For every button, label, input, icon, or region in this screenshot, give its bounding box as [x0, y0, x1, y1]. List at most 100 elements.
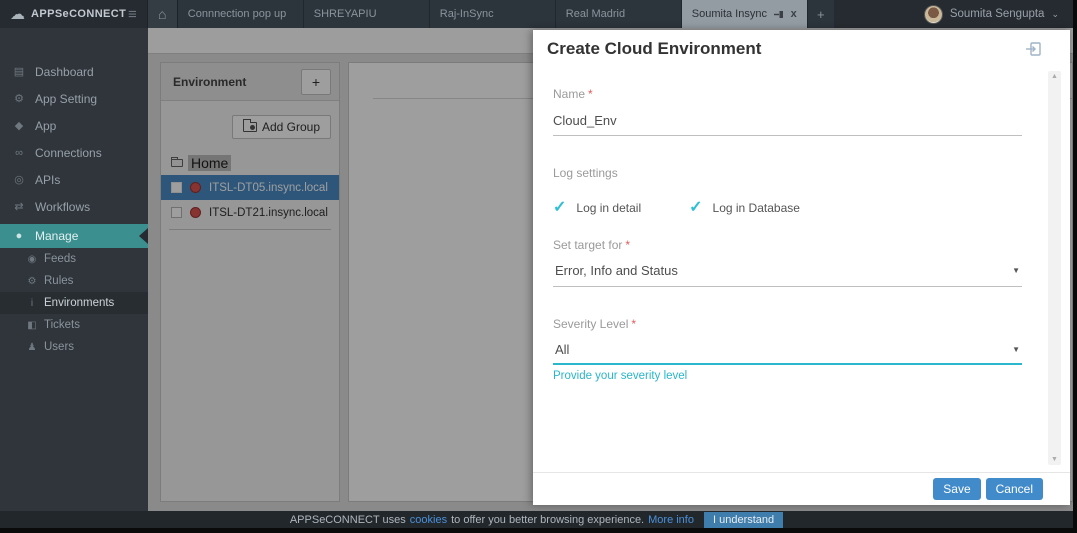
user-icon: ♟	[27, 341, 37, 353]
hamburger-menu-icon[interactable]: ≡	[118, 0, 147, 28]
sidebar-item-users[interactable]: ♟ Users	[0, 336, 148, 358]
tab-label: Soumita Insync	[691, 8, 767, 20]
log-settings-checkboxes: ✓ Log in detail ✓ Log in Database	[553, 200, 1022, 216]
severity-level-label: Severity Level *	[553, 317, 1022, 331]
sidebar-nav: ▤ Dashboard ⚙ App Setting ◆ App ∞ Connec…	[0, 28, 148, 358]
select-caret-icon: ▼	[1012, 266, 1020, 275]
sidebar-item-label: Manage	[35, 229, 79, 243]
home-tab-button[interactable]: ⌂	[146, 0, 178, 28]
feeds-icon: ◉	[27, 253, 37, 265]
checkbox-log-in-database[interactable]: ✓ Log in Database	[689, 200, 800, 216]
checkbox-label: Log in Database	[712, 201, 800, 215]
sidebar-item-label: Feeds	[44, 253, 76, 265]
sidebar-item-environments[interactable]: i Environments	[0, 292, 148, 314]
checkmark-icon: ✓	[553, 199, 567, 216]
dashboard-icon: ▤	[13, 66, 25, 78]
sidebar-item-label: Rules	[44, 275, 74, 287]
tab-bar: Connnection pop up SHREYAPIU Raj-InSync …	[177, 0, 834, 28]
new-tab-button[interactable]: +	[807, 0, 834, 28]
workflows-icon: ⇄	[14, 201, 24, 213]
sidebar-item-label: Dashboard	[35, 64, 94, 79]
cookie-text-middle: to offer you better browsing experience.	[451, 513, 645, 526]
manage-icon: ●	[15, 230, 23, 242]
app-setting-icon: ⚙	[14, 93, 24, 105]
cookies-link[interactable]: cookies	[410, 514, 447, 526]
field-label-text: Severity Level	[553, 317, 629, 331]
close-tab-icon[interactable]: x	[791, 8, 797, 20]
exit-panel-icon[interactable]	[1025, 41, 1042, 57]
sidebar-item-feeds[interactable]: ◉ Feeds	[0, 248, 148, 270]
tickets-icon: ◧	[27, 319, 37, 331]
set-target-for-label: Set target for *	[553, 238, 1022, 252]
field-label-text: Name	[553, 87, 586, 101]
top-bar: ☁ APPSeCONNECT ≡ ⌂ Connnection pop up SH…	[0, 0, 1073, 28]
sidebar-item-workflows[interactable]: ⇄ Workflows	[0, 193, 148, 220]
sidebar-item-rules[interactable]: ⚙ Rules	[0, 270, 148, 292]
modal-body: Name * Cloud_Env Log settings ✓ Log in de…	[533, 67, 1070, 472]
sidebar-item-app-setting[interactable]: ⚙ App Setting	[0, 85, 148, 112]
sidebar-item-connections[interactable]: ∞ Connections	[0, 139, 148, 166]
tab-label: Real Madrid	[565, 8, 626, 20]
required-marker: *	[631, 317, 637, 331]
tab-controls: x	[773, 8, 797, 20]
more-info-link[interactable]: More info	[648, 514, 694, 526]
brand-logo: ☁ APPSeCONNECT	[0, 0, 126, 28]
cancel-button[interactable]: Cancel	[985, 478, 1043, 500]
severity-hint: Provide your severity level	[553, 370, 688, 382]
tab-soumita-insync-active[interactable]: Soumita Insync x	[681, 0, 808, 28]
sidebar-item-label: Tickets	[44, 319, 80, 331]
cookie-consent-bar: APPSeCONNECT uses cookies to offer you b…	[0, 511, 1073, 528]
log-settings-label: Log settings	[553, 166, 618, 180]
checkbox-log-in-detail[interactable]: ✓ Log in detail	[553, 200, 641, 216]
checkbox-label: Log in detail	[576, 201, 642, 215]
tab-connnection-pop-up[interactable]: Connnection pop up	[177, 0, 304, 28]
cookie-text-before: APPSeCONNECT uses	[289, 513, 406, 526]
screenshot-root: ☁ APPSeCONNECT ≡ ⌂ Connnection pop up SH…	[0, 0, 1077, 533]
select-caret-icon: ▼	[1012, 345, 1020, 354]
sidebar-item-manage[interactable]: ● Manage	[0, 224, 148, 248]
create-cloud-environment-modal: Create Cloud Environment Name * Cloud_Env…	[533, 30, 1070, 505]
cloud-logo-icon: ☁	[10, 5, 25, 23]
connections-icon: ∞	[15, 146, 23, 159]
required-marker: *	[588, 87, 593, 101]
pin-icon[interactable]	[773, 10, 785, 19]
sidebar-item-app[interactable]: ◆ App	[0, 112, 148, 139]
select-value: Error, Info and Status	[555, 263, 678, 278]
apis-icon: ◎	[14, 174, 24, 186]
user-avatar	[923, 4, 943, 24]
save-button[interactable]: Save	[933, 478, 981, 500]
modal-header: Create Cloud Environment	[533, 30, 1070, 67]
modal-footer: Save Cancel	[533, 472, 1070, 505]
sidebar-item-tickets[interactable]: ◧ Tickets	[0, 314, 148, 336]
sidebar-item-label: APIs	[35, 172, 61, 187]
sidebar-item-dashboard[interactable]: ▤ Dashboard	[0, 58, 148, 85]
i-understand-button[interactable]: I understand	[703, 511, 784, 528]
tab-label: SHREYAPIU	[313, 8, 377, 20]
sidebar-item-label: Connections	[35, 145, 102, 160]
set-target-for-select[interactable]: Error, Info and Status ▼	[553, 263, 1022, 287]
select-value: All	[555, 342, 570, 357]
app-window: ☁ APPSeCONNECT ≡ ⌂ Connnection pop up SH…	[0, 0, 1073, 528]
checkmark-icon: ✓	[689, 199, 703, 216]
tab-real-madrid[interactable]: Real Madrid	[555, 0, 682, 28]
sidebar-item-label: App	[35, 118, 57, 133]
field-label-text: Set target for	[553, 238, 623, 252]
home-icon: ⌂	[158, 6, 167, 22]
tab-raj-insync[interactable]: Raj-InSync	[429, 0, 556, 28]
user-name: Soumita Sengupta	[949, 8, 1045, 20]
tab-shreyapiu[interactable]: SHREYAPIU	[303, 0, 430, 28]
sidebar-item-label: Workflows	[35, 199, 91, 214]
modal-title: Create Cloud Environment	[547, 38, 762, 58]
info-icon: i	[30, 297, 34, 309]
name-input[interactable]: Cloud_Env	[553, 113, 1022, 136]
modal-scrollbar[interactable]	[1048, 71, 1061, 465]
severity-level-select[interactable]: All ▼	[553, 342, 1022, 365]
sidebar-item-apis[interactable]: ◎ APIs	[0, 166, 148, 193]
sidebar-item-label: Users	[44, 341, 75, 353]
brand-name: APPSeCONNECT	[31, 8, 127, 20]
required-marker: *	[625, 238, 631, 252]
user-menu[interactable]: Soumita Sengupta ⌄	[910, 0, 1073, 28]
sidebar: ▤ Dashboard ⚙ App Setting ◆ App ∞ Connec…	[0, 28, 148, 511]
sidebar-item-label: App Setting	[35, 91, 98, 106]
name-field-label: Name *	[553, 87, 1022, 101]
